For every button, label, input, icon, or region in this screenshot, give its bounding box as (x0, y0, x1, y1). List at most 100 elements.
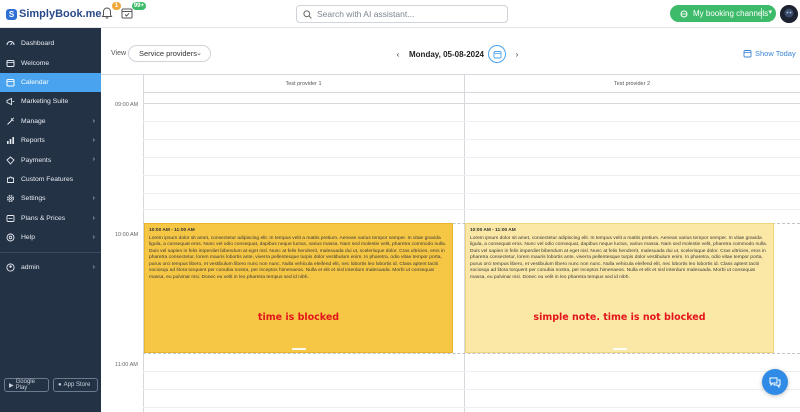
chevron-right-icon: › (92, 117, 95, 125)
sidebar-item-reports[interactable]: Reports › (0, 131, 101, 150)
slot-line (143, 121, 800, 122)
chevron-right-icon: › (92, 214, 95, 222)
chevron-right-icon: › (92, 156, 95, 164)
current-date: Monday, 05-08-2024 (409, 49, 484, 59)
notifications-button[interactable]: 1 (100, 2, 121, 20)
view-label: View (111, 50, 127, 57)
provider-name: Test provider 2 (613, 80, 651, 87)
hour-line (143, 103, 800, 104)
plans-icon (6, 214, 15, 223)
time-label: 10:00 AM (115, 232, 139, 238)
search-icon (303, 9, 312, 19)
chat-icon (769, 377, 781, 389)
sidebar-item-welcome[interactable]: Welcome (0, 53, 101, 72)
sidebar-user-menu[interactable]: admin › (0, 258, 101, 277)
event-label: time is blocked (257, 312, 340, 323)
sidebar-divider (0, 252, 101, 254)
channels-icon (680, 10, 688, 17)
view-mode-value: Service providers (139, 49, 197, 58)
app-store-button[interactable]: ● App Store (53, 378, 98, 392)
apple-icon: ● (58, 382, 62, 388)
slot-line (143, 209, 800, 210)
search-placeholder: Search with AI assistant... (317, 9, 415, 19)
prev-day-button[interactable]: ‹ (391, 50, 405, 59)
sidebar-item-label: Dashboard (21, 40, 55, 48)
chevron-right-icon: › (92, 233, 95, 241)
sidebar-item-manage[interactable]: Manage › (0, 112, 101, 131)
date-picker-button[interactable] (488, 45, 506, 63)
tasks-button[interactable]: 99+ (120, 2, 146, 20)
chevron-right-icon: › (92, 195, 95, 203)
calendar-event-note[interactable]: 10:00 AM - 11:00 AM Lorem ipsum dolor si… (465, 223, 774, 353)
time-label: 09:00 AM (115, 102, 139, 108)
slot-line (143, 193, 800, 194)
main-content: View Service providers ⌄ ‹ Monday, 05-08… (101, 28, 800, 412)
sidebar-item-label: Settings (21, 195, 46, 203)
hour-line (143, 353, 800, 354)
manage-icon (6, 117, 15, 126)
payments-icon (6, 155, 15, 165)
booking-channels-label: My booking channels (693, 9, 769, 18)
show-today-button[interactable]: Show Today (743, 49, 796, 58)
user-label: admin (21, 264, 40, 272)
ai-search-input[interactable]: Search with AI assistant... (296, 5, 508, 23)
resize-handle[interactable] (291, 348, 306, 350)
logo-text: SimplyBook.me (19, 8, 102, 20)
sidebar-item-label: Custom Features (21, 175, 74, 183)
date-navigator: ‹ Monday, 05-08-2024 › (391, 45, 524, 63)
provider-column-header[interactable]: Test provider 1 (143, 75, 464, 93)
provider-name: Test provider 1 (285, 80, 322, 87)
sidebar-item-label: Marketing Suite (21, 98, 69, 106)
event-description: Lorem ipsum dolor sit amet, consectetur … (149, 236, 447, 280)
calendar-icon (493, 50, 501, 58)
google-play-label: Google Play (15, 379, 35, 391)
show-today-label: Show Today (755, 49, 796, 58)
provider-column-header[interactable]: Test provider 2 (464, 75, 800, 93)
sidebar-item-label: Welcome (21, 59, 50, 67)
user-avatar[interactable] (780, 5, 798, 23)
google-play-button[interactable]: ▶ Google Play (4, 378, 49, 392)
sidebar: Dashboard Welcome Calendar Marketing Sui… (0, 28, 101, 412)
app-store-label: App Store (63, 382, 91, 388)
slot-line (143, 407, 800, 408)
chevron-right-icon: › (92, 264, 95, 272)
chevron-right-icon: › (92, 136, 95, 144)
sidebar-item-help[interactable]: Help › (0, 228, 101, 247)
sidebar-item-calendar[interactable]: Calendar (0, 72, 101, 93)
user-icon (6, 263, 15, 273)
reports-icon (6, 136, 15, 145)
sidebar-item-label: Reports (21, 137, 45, 145)
sidebar-item-settings[interactable]: Settings › (0, 189, 101, 208)
sidebar-item-marketing-suite[interactable]: Marketing Suite (0, 92, 101, 111)
slot-line (143, 371, 800, 372)
slot-line (143, 175, 800, 176)
view-mode-select[interactable]: Service providers ⌄ (128, 45, 211, 62)
sidebar-item-label: Payments (21, 156, 52, 164)
booking-channels-button[interactable]: My booking channels ▾ (670, 5, 776, 22)
slot-line (143, 139, 800, 140)
slot-line (143, 389, 800, 390)
calendar-event-blocked[interactable]: 10:00 AM - 11:00 AM Lorem ipsum dolor si… (144, 223, 453, 353)
resize-handle[interactable] (612, 348, 627, 350)
gear-icon (6, 194, 15, 203)
event-label: simple note. time is not blocked (533, 312, 706, 323)
live-chat-button[interactable] (762, 369, 788, 395)
sidebar-item-custom-features[interactable]: Custom Features (0, 170, 101, 189)
logo[interactable]: S SimplyBook.me (6, 6, 102, 22)
sidebar-item-label: Plans & Prices (21, 214, 66, 222)
sidebar-item-label: Manage (21, 117, 46, 125)
app-root: S SimplyBook.me 1 99+ Search with AI ass… (0, 0, 800, 412)
calendar-icon (6, 78, 15, 87)
dashboard-icon (6, 39, 15, 48)
chevron-down-icon[interactable]: ▾ (768, 8, 772, 16)
sidebar-item-label: Calendar (21, 78, 49, 86)
puzzle-icon (6, 175, 15, 184)
button-divider (761, 8, 762, 19)
tasks-badge: 99+ (131, 2, 146, 10)
sidebar-item-payments[interactable]: Payments › (0, 150, 101, 169)
sidebar-item-dashboard[interactable]: Dashboard (0, 34, 101, 53)
sidebar-item-plans-prices[interactable]: Plans & Prices › (0, 209, 101, 228)
help-icon (6, 233, 15, 242)
next-day-button[interactable]: › (510, 50, 524, 59)
calendar-grid: Test provider 1 Test provider 2 09:00 AM… (101, 74, 800, 412)
